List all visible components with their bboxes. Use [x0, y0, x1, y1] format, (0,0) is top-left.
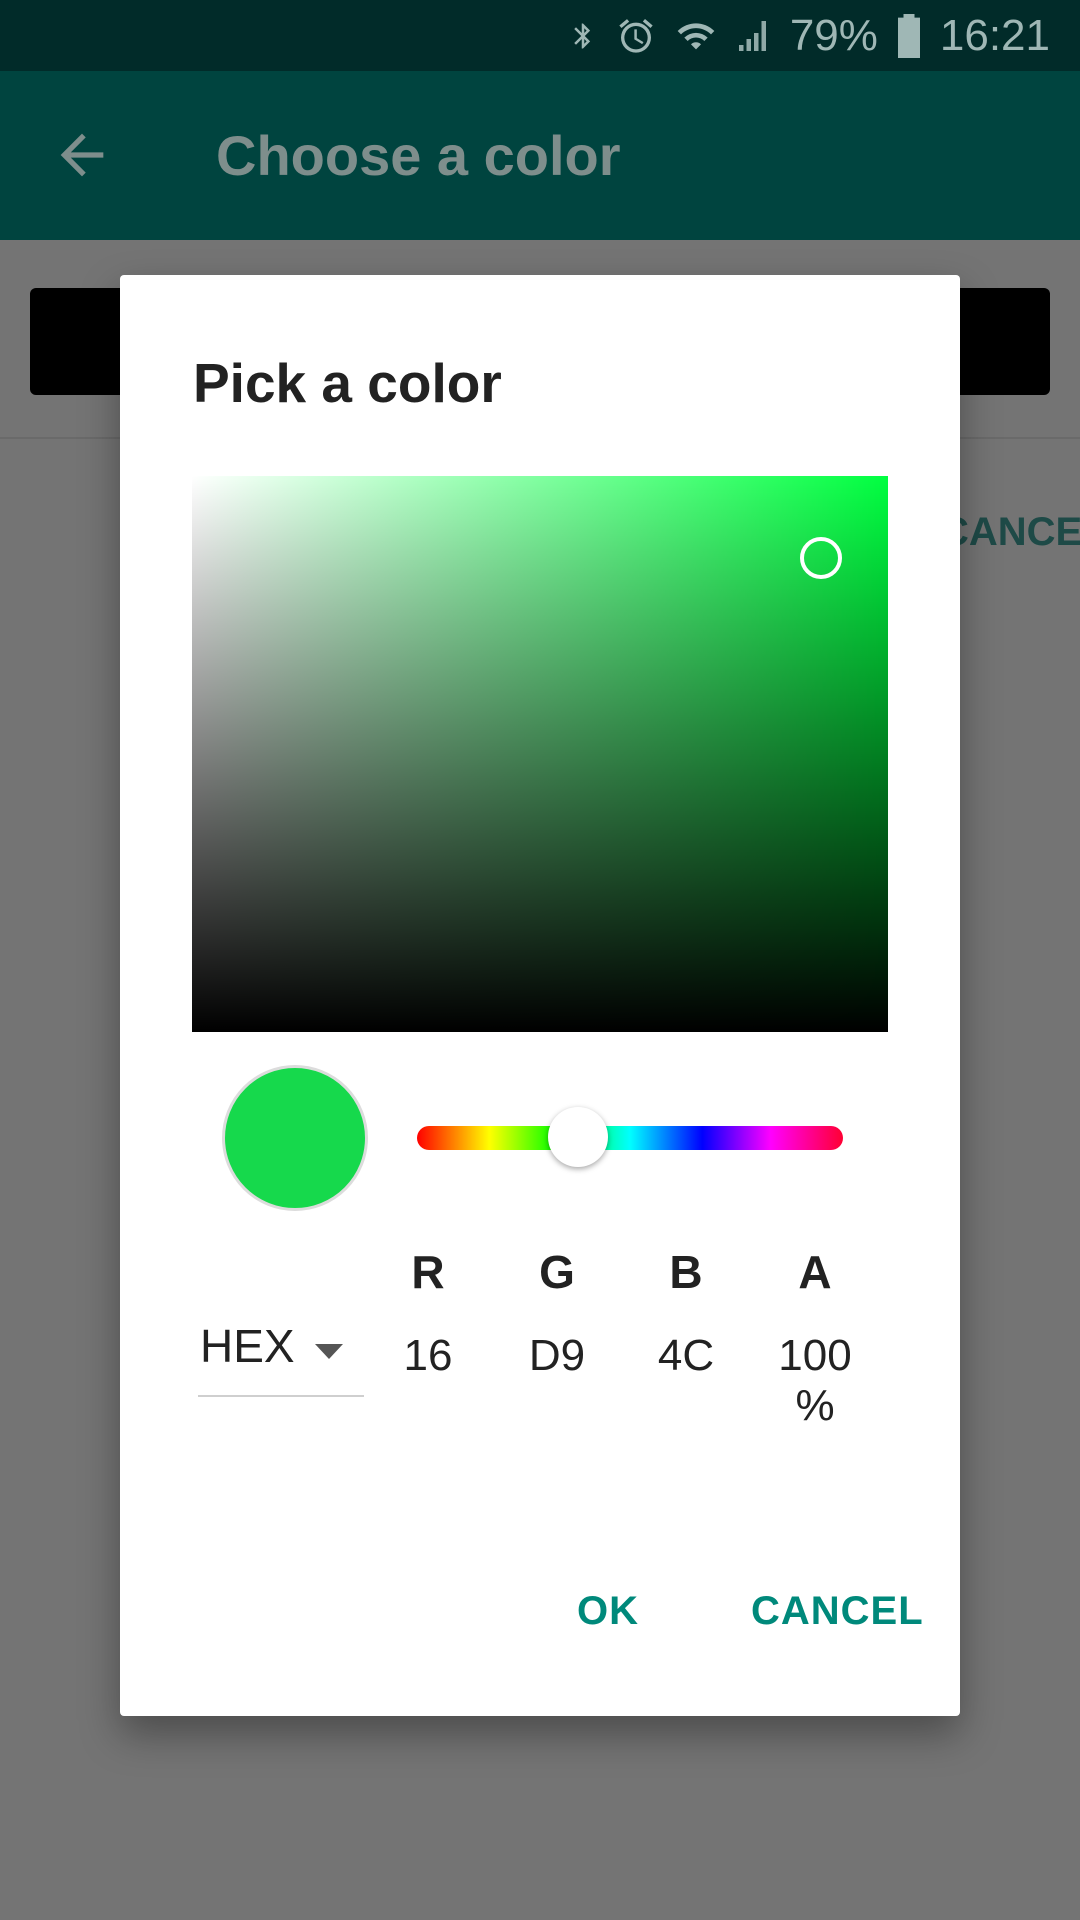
selected-color-preview	[222, 1065, 368, 1211]
arrow-back-icon[interactable]	[50, 123, 114, 187]
background-cancel-button: CANCEL	[940, 510, 1080, 554]
dropdown-arrow-icon	[312, 1341, 346, 1366]
channel-label-a: A	[798, 1246, 832, 1298]
battery-percent: 79%	[789, 10, 878, 60]
alarm-icon	[616, 16, 656, 56]
app-bar: Choose a color	[0, 71, 1080, 240]
color-picker-dialog: Pick a color HEX R G B A 16 D9 4C 100 % …	[120, 275, 960, 1716]
color-mode-dropdown[interactable]: HEX	[198, 1315, 364, 1397]
color-mode-label: HEX	[200, 1320, 295, 1372]
saturation-value-picker[interactable]	[192, 476, 888, 1032]
channel-value-b[interactable]: 4C	[626, 1331, 746, 1381]
channel-label-r: R	[411, 1246, 445, 1298]
dialog-title: Pick a color	[193, 352, 502, 414]
page-title: Choose a color	[216, 124, 621, 187]
hue-slider[interactable]	[417, 1126, 843, 1150]
battery-icon	[896, 13, 922, 58]
cancel-button[interactable]: CANCEL	[751, 1589, 924, 1634]
ok-button[interactable]: OK	[577, 1589, 639, 1634]
channel-label-g: G	[539, 1246, 575, 1298]
channel-value-g[interactable]: D9	[497, 1331, 617, 1381]
bluetooth-icon	[568, 14, 598, 58]
channel-label-b: B	[669, 1246, 703, 1298]
saturation-value-cursor[interactable]	[800, 537, 842, 579]
channel-value-a[interactable]: 100 %	[755, 1331, 875, 1431]
clock-time: 16:21	[939, 10, 1050, 60]
status-bar: 79% 16:21	[0, 0, 1080, 71]
channel-value-r[interactable]: 16	[368, 1331, 488, 1381]
wifi-icon	[674, 16, 718, 56]
signal-icon	[736, 16, 772, 56]
hue-slider-thumb[interactable]	[548, 1107, 608, 1167]
